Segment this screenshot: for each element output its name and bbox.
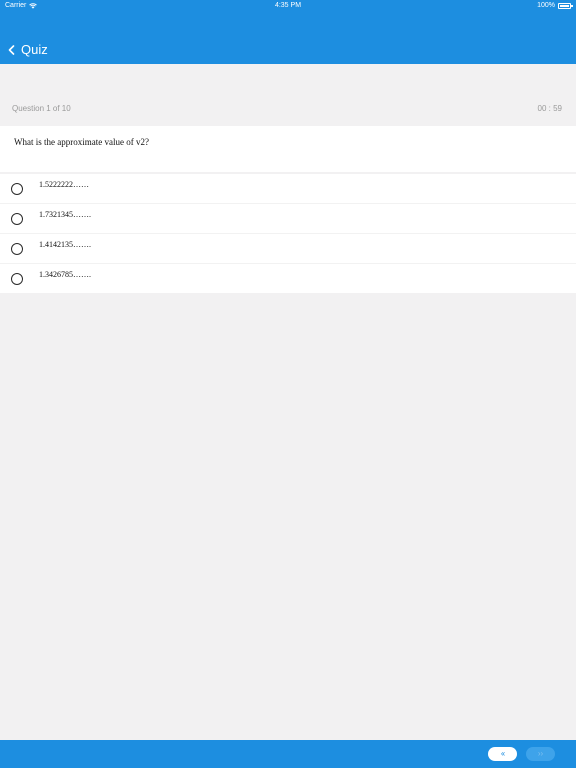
- radio-button[interactable]: [11, 183, 23, 195]
- battery-fill: [560, 5, 569, 7]
- back-button[interactable]: Quiz: [8, 38, 48, 64]
- next-question-button[interactable]: ››: [526, 747, 555, 761]
- answer-option-label: 1.7321345…….: [39, 210, 91, 219]
- answer-option-4[interactable]: 1.3426785…….: [0, 264, 576, 293]
- answer-option-3[interactable]: 1.4142135…….: [0, 234, 576, 264]
- battery-percent: 100%: [537, 2, 555, 9]
- answer-options: 1.5222222…… 1.7321345……. 1.4142135……. 1.…: [0, 174, 576, 293]
- countdown-timer: 00 : 59: [537, 104, 562, 113]
- page-title: Quiz: [21, 42, 48, 57]
- status-time: 4:35 PM: [274, 2, 302, 9]
- battery-icon: [558, 3, 573, 9]
- question-text: What is the approximate value of v2?: [14, 137, 149, 147]
- status-right: 100%: [537, 0, 573, 12]
- radio-button[interactable]: [11, 273, 23, 285]
- bottom-toolbar: ‹‹ ››: [0, 740, 576, 768]
- answer-option-2[interactable]: 1.7321345…….: [0, 204, 576, 234]
- status-bar: Carrier 4:35 PM 100%: [0, 0, 576, 12]
- radio-button[interactable]: [11, 243, 23, 255]
- answer-option-label: 1.3426785…….: [39, 270, 91, 279]
- question-counter: Question 1 of 10: [12, 104, 71, 113]
- question-card: What is the approximate value of v2?: [0, 126, 576, 172]
- answer-option-label: 1.5222222……: [39, 180, 89, 189]
- answer-option-label: 1.4142135…….: [39, 240, 91, 249]
- top-app-bar: Carrier 4:35 PM 100% Quiz: [0, 0, 576, 64]
- answer-option-1[interactable]: 1.5222222……: [0, 174, 576, 204]
- previous-question-button[interactable]: ‹‹: [488, 747, 517, 761]
- radio-button[interactable]: [11, 213, 23, 225]
- chevron-left-icon: [8, 45, 15, 55]
